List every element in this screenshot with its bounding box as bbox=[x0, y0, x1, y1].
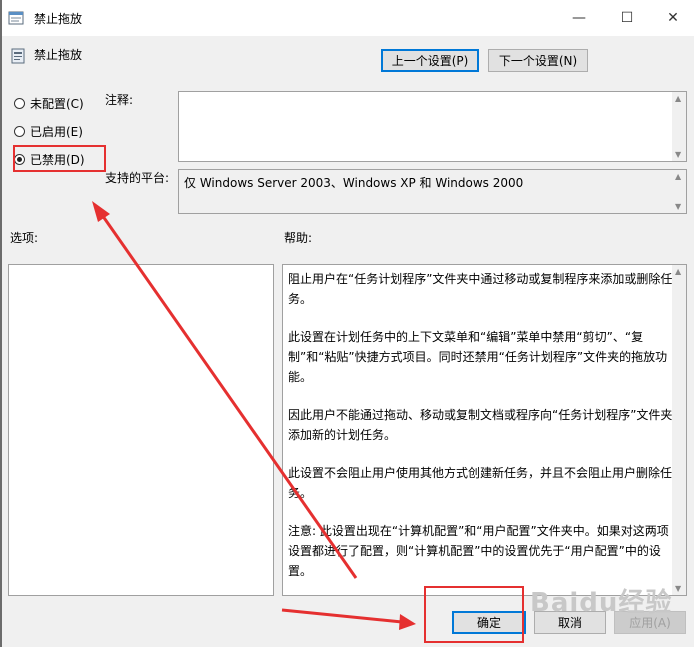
arrow-head-icon bbox=[399, 614, 416, 630]
arrow-head-icon bbox=[92, 201, 110, 222]
annotation-arrows bbox=[92, 201, 416, 630]
watermark: Baidu经验 bbox=[530, 588, 673, 618]
